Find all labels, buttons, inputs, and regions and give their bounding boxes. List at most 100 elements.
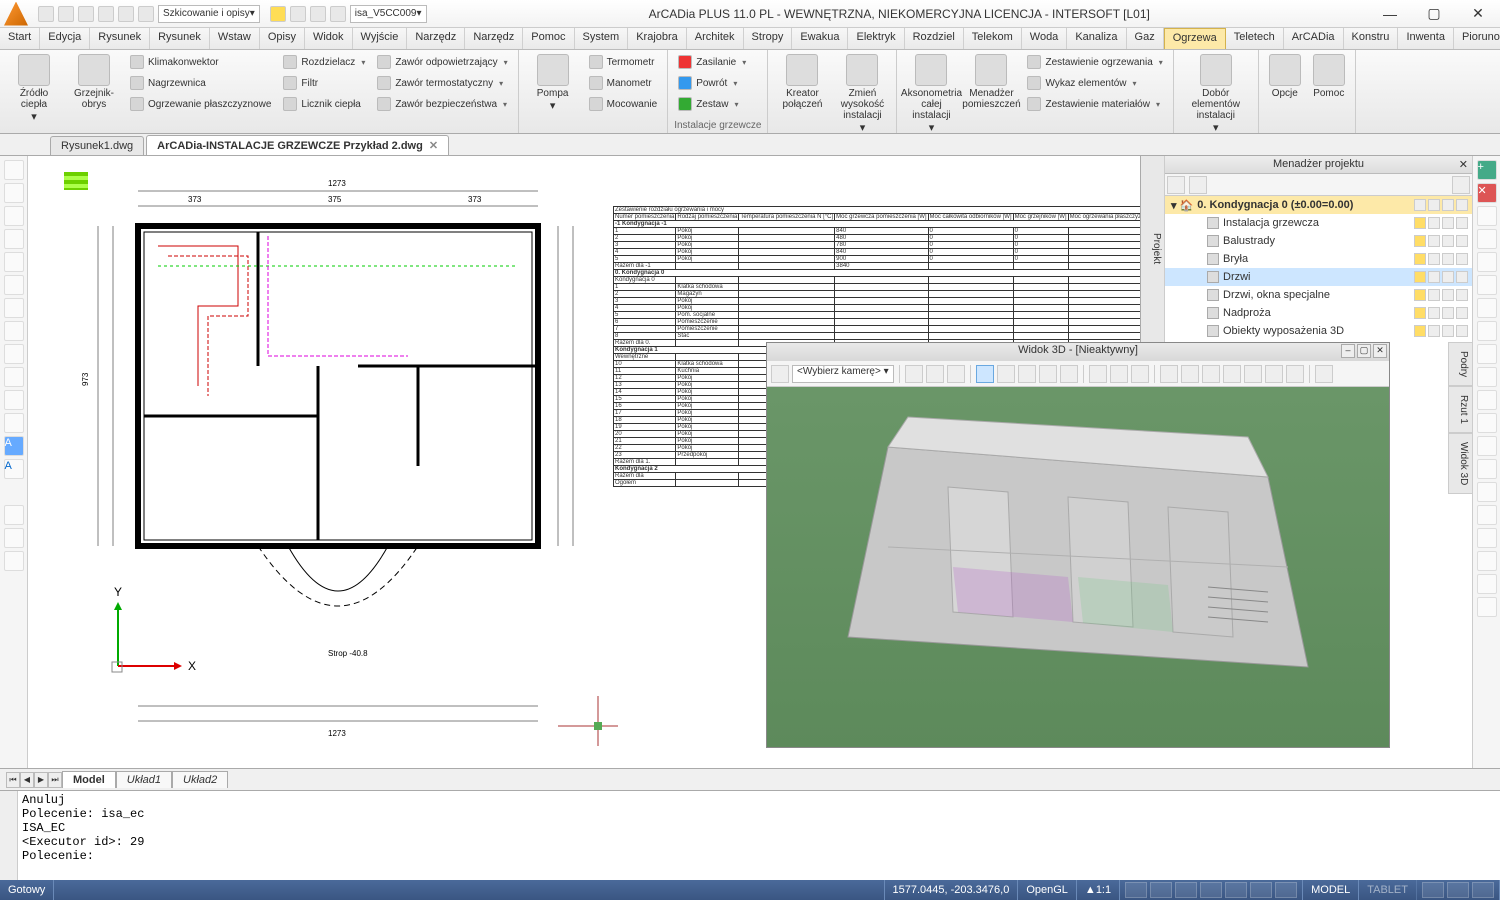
lwt-toggle-icon[interactable] [1275, 882, 1297, 898]
doc-close-icon[interactable]: ✕ [429, 140, 438, 152]
qat-bulb-icon[interactable] [270, 6, 286, 22]
ribbon-tab-telekom[interactable]: Telekom [964, 28, 1022, 49]
ribbon-tab-opisy[interactable]: Opisy [260, 28, 305, 49]
v3d-person-icon[interactable] [976, 365, 994, 383]
status-model[interactable]: MODEL [1303, 880, 1359, 900]
aksonometria-button[interactable]: Aksonometria całej instalacji▾ [903, 52, 959, 136]
v3d-mat2-icon[interactable] [1181, 365, 1199, 383]
v3d-paste-icon[interactable] [1131, 365, 1149, 383]
layout-first-icon[interactable]: ⏮ [6, 772, 20, 788]
ellipse-tool-icon[interactable] [4, 275, 24, 295]
tab-uklad1[interactable]: Układ1 [116, 771, 172, 788]
ribbon-tab-narzędz[interactable]: Narzędz [465, 28, 523, 49]
ribbon-tab-wyjście[interactable]: Wyjście [353, 28, 408, 49]
bulb-icon[interactable] [1414, 253, 1426, 265]
pomoc-button[interactable]: Pomoc [1309, 52, 1349, 101]
powrot-button[interactable]: Powrót [674, 73, 750, 93]
side-tab[interactable]: Rzut 1 [1448, 386, 1472, 433]
chamfer-icon[interactable] [1477, 482, 1497, 502]
explode-icon[interactable] [1477, 505, 1497, 525]
ortho-toggle-icon[interactable] [1175, 882, 1197, 898]
qat-open-icon[interactable] [58, 6, 74, 22]
v3d-3d-icon[interactable] [1265, 365, 1283, 383]
block-tool-icon[interactable] [4, 413, 24, 433]
heat-source-button[interactable]: Źródło ciepła▾ [6, 52, 62, 125]
tab-model[interactable]: Model [62, 771, 116, 788]
delete-icon[interactable]: ✕ [1477, 183, 1497, 203]
termometr-button[interactable]: Termometr [585, 52, 662, 72]
qat-lock-icon[interactable] [310, 6, 326, 22]
ribbon-tab-ogrzewa[interactable]: Ogrzewa [1164, 28, 1226, 49]
manometr-button[interactable]: Manometr [585, 73, 662, 93]
command-input[interactable] [18, 791, 1500, 880]
ribbon-tab-ewakua[interactable]: Ewakua [792, 28, 848, 49]
project-close-icon[interactable]: ✕ [1459, 158, 1468, 171]
view3d-canvas[interactable] [767, 387, 1389, 747]
dim-linear-icon[interactable] [1477, 528, 1497, 548]
bulb-icon[interactable] [1414, 307, 1426, 319]
qat-layer-icon[interactable] [330, 6, 346, 22]
nagrzewnica-button[interactable]: Nagrzewnica [126, 73, 275, 93]
side-tab[interactable]: Widok 3D [1448, 433, 1472, 494]
bulb-icon[interactable] [1414, 271, 1426, 283]
project-tree[interactable]: ▾ 🏠0. Kondygnacja 0 (±0.00=0.00)Instalac… [1165, 196, 1472, 342]
pompa-button[interactable]: Pompa▾ [525, 52, 581, 114]
project-sidetab[interactable]: Projekt [1141, 156, 1165, 342]
ribbon-tab-system[interactable]: System [575, 28, 629, 49]
ribbon-tab-architek[interactable]: Architek [687, 28, 744, 49]
opcje-button[interactable]: Opcje [1265, 52, 1305, 101]
v3d-axis-icon[interactable] [1039, 365, 1057, 383]
ribbon-tab-kanaliza[interactable]: Kanaliza [1067, 28, 1126, 49]
layout-prev-icon[interactable]: ◀ [20, 772, 34, 788]
circle-tool-icon[interactable] [4, 252, 24, 272]
tab-uklad2[interactable]: Układ2 [172, 771, 228, 788]
mtext-tool-icon[interactable]: A [4, 459, 24, 479]
bulb-icon[interactable] [1414, 289, 1426, 301]
polygon-tool-icon[interactable] [4, 321, 24, 341]
ribbon-tab-stropy[interactable]: Stropy [744, 28, 793, 49]
v3d-refresh-icon[interactable] [771, 365, 789, 383]
v3d-mat3-icon[interactable] [1202, 365, 1220, 383]
trim-icon[interactable] [1477, 390, 1497, 410]
kreator-polaczen-button[interactable]: Kreator połączeń [774, 52, 830, 112]
qat-sun-icon[interactable] [290, 6, 306, 22]
proj-refresh-icon[interactable] [1167, 176, 1185, 194]
mocowanie-button[interactable]: Mocowanie [585, 94, 662, 114]
osnap-toggle-icon[interactable] [1225, 882, 1247, 898]
qat-undo-icon[interactable] [118, 6, 134, 22]
measure-icon[interactable] [1477, 597, 1497, 617]
ribbon-tab-krajobra[interactable]: Krajobra [628, 28, 687, 49]
qat-new-icon[interactable] [38, 6, 54, 22]
pan-tool-icon[interactable] [4, 505, 24, 525]
view3d-close-icon[interactable]: ✕ [1373, 344, 1387, 358]
rect-tool-icon[interactable] [4, 344, 24, 364]
ribbon-tab-pomoc[interactable]: Pomoc [523, 28, 574, 49]
filtr-button[interactable]: Filtr [279, 73, 369, 93]
ring-tool-icon[interactable] [4, 298, 24, 318]
leader-icon[interactable] [1477, 574, 1497, 594]
ribbon-tab-arcadia[interactable]: ArCADia [1284, 28, 1344, 49]
ribbon-tab-widok[interactable]: Widok [305, 28, 353, 49]
qat-redo-icon[interactable] [138, 6, 154, 22]
tree-item[interactable]: Bryła [1165, 250, 1472, 268]
zasilanie-button[interactable]: Zasilanie [674, 52, 750, 72]
close-button[interactable]: ✕ [1456, 0, 1500, 28]
ribbon-tab-woda[interactable]: Woda [1022, 28, 1068, 49]
v3d-light-icon[interactable] [1223, 365, 1241, 383]
bulb-icon[interactable] [1414, 325, 1426, 337]
ribbon-tab-narzędz[interactable]: Narzędz [407, 28, 465, 49]
hatch-tool-icon[interactable] [4, 390, 24, 410]
qat-print-icon[interactable] [98, 6, 114, 22]
ribbon-tab-edycja[interactable]: Edycja [40, 28, 90, 49]
zestaw-button[interactable]: Zestaw [674, 94, 750, 114]
zawor-bezp-button[interactable]: Zawór bezpieczeństwa [373, 94, 511, 114]
view3d-max-icon[interactable]: ▢ [1357, 344, 1371, 358]
status-scale[interactable]: ▲ 1:1 [1077, 880, 1120, 900]
array-icon[interactable] [1477, 298, 1497, 318]
v3d-grid-icon[interactable] [1315, 365, 1333, 383]
hand-tool-icon[interactable] [4, 528, 24, 548]
dobor-elementow-button[interactable]: Dobór elementów instalacji▾ [1180, 52, 1252, 136]
scale-icon[interactable] [1477, 344, 1497, 364]
licznik-ciepla-button[interactable]: Licznik ciepła [279, 94, 369, 114]
break-icon[interactable] [1477, 436, 1497, 456]
